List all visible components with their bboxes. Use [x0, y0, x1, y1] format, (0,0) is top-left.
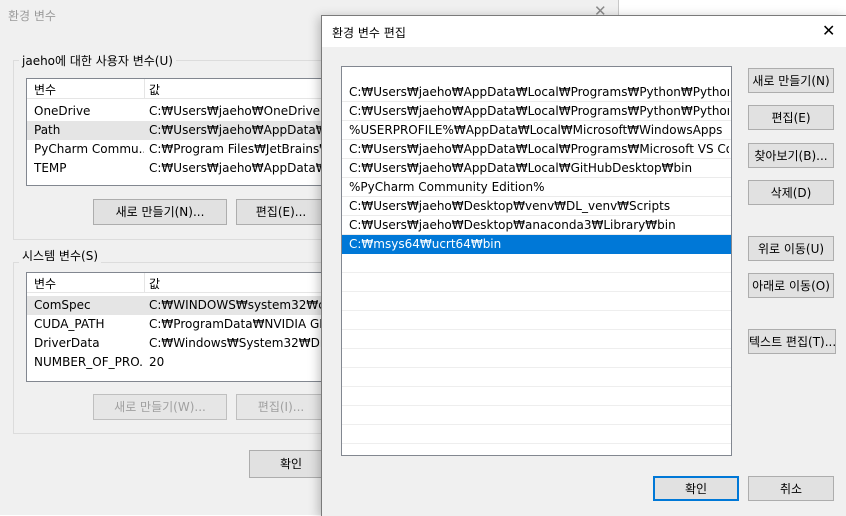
edit-button[interactable]: 편집(E) [748, 105, 834, 130]
column-header-value[interactable]: 값 [149, 81, 160, 98]
close-icon[interactable]: ✕ [822, 21, 835, 40]
path-entry-text: %USERPROFILE%₩AppData₩Local₩Microsoft₩Wi… [349, 123, 723, 137]
path-list-empty-row[interactable] [342, 254, 731, 273]
path-list-empty-row[interactable] [342, 444, 731, 455]
path-list-item[interactable]: %USERPROFILE%₩AppData₩Local₩Microsoft₩Wi… [342, 121, 731, 140]
browse-button[interactable]: 찾아보기(B)... [748, 143, 834, 168]
system-variables-legend: 시스템 변수(S) [19, 247, 101, 264]
variable-name: ComSpec [34, 298, 91, 312]
path-list-empty-row[interactable] [342, 311, 731, 330]
path-list-item[interactable]: C:₩Users₩jaeho₩Desktop₩anaconda3₩Library… [342, 216, 731, 235]
user-edit-button[interactable]: 편집(E)... [236, 199, 326, 225]
variable-name: Path [34, 123, 61, 137]
system-new-button[interactable]: 새로 만들기(W)... [93, 394, 227, 420]
path-list-item[interactable]: C:₩Users₩jaeho₩AppData₩Local₩Programs₩Mi… [342, 140, 731, 159]
path-list-empty-row[interactable] [342, 273, 731, 292]
path-list-empty-row[interactable] [342, 406, 731, 425]
column-header-value[interactable]: 값 [149, 275, 160, 292]
variable-name: CUDA_PATH [34, 317, 105, 331]
variable-name: NUMBER_OF_PRO... [34, 355, 144, 369]
column-header-variable[interactable]: 변수 [34, 81, 56, 98]
path-entry-text: %PyCharm Community Edition% [349, 180, 545, 194]
variable-name: DriverData [34, 336, 100, 350]
column-separator[interactable] [144, 273, 145, 292]
dialog-titlebar[interactable]: 환경 변수 편집 ✕ [322, 16, 846, 47]
path-list-item[interactable]: C:₩msys64₩ucrt64₩bin [342, 235, 731, 254]
column-separator[interactable] [144, 79, 145, 98]
path-entry-text: C:₩Users₩jaeho₩AppData₩Local₩GitHubDeskt… [349, 161, 693, 175]
column-header-variable[interactable]: 변수 [34, 275, 56, 292]
variable-name: PyCharm Commu... [34, 142, 144, 156]
edit-environment-variable-dialog: 환경 변수 편집 ✕ C:₩Users₩jaeho₩AppData₩Local₩… [321, 15, 846, 516]
variable-name: OneDrive [34, 104, 91, 118]
path-entry-text: C:₩Users₩jaeho₩AppData₩Local₩Programs₩Mi… [349, 142, 729, 156]
move-down-button[interactable]: 아래로 이동(O) [748, 273, 834, 298]
path-list-empty-row[interactable] [342, 368, 731, 387]
path-list-empty-row[interactable] [342, 425, 731, 444]
path-entry-text: C:₩Users₩jaeho₩Desktop₩anaconda3₩Library… [349, 218, 676, 232]
path-entry-text: C:₩msys64₩ucrt64₩bin [349, 237, 502, 251]
delete-button[interactable]: 삭제(D) [748, 180, 834, 205]
user-variables-legend: jaeho에 대한 사용자 변수(U) [19, 52, 176, 69]
move-up-button[interactable]: 위로 이동(U) [748, 236, 834, 261]
path-list-empty-row[interactable] [342, 349, 731, 368]
dialog-ok-button[interactable]: 확인 [653, 476, 739, 501]
path-list-empty-row[interactable] [342, 330, 731, 349]
path-list-item[interactable]: %PyCharm Community Edition% [342, 178, 731, 197]
user-new-button[interactable]: 새로 만들기(N)... [93, 199, 227, 225]
path-list-item[interactable]: C:₩Users₩jaeho₩AppData₩Local₩Programs₩Py… [342, 83, 731, 102]
new-button[interactable]: 새로 만들기(N) [748, 68, 834, 93]
path-entry-text: C:₩Users₩jaeho₩AppData₩Local₩Programs₩Py… [349, 85, 729, 99]
path-entry-text: C:₩Users₩jaeho₩AppData₩Local₩Programs₩Py… [349, 104, 729, 118]
dialog-cancel-button[interactable]: 취소 [748, 476, 834, 501]
path-list-item[interactable]: C:₩Users₩jaeho₩Desktop₩venv₩DL_venv₩Scri… [342, 197, 731, 216]
window-title: 환경 변수 [8, 9, 56, 23]
edit-text-button[interactable]: 텍스트 편집(T)... [748, 329, 836, 354]
path-list-item[interactable]: C:₩Users₩jaeho₩AppData₩Local₩GitHubDeskt… [342, 159, 731, 178]
path-list-empty-row[interactable] [342, 387, 731, 406]
system-edit-button[interactable]: 편집(I)... [236, 394, 326, 420]
path-list-empty-row[interactable] [342, 292, 731, 311]
variable-name: TEMP [34, 161, 67, 175]
path-list[interactable]: C:₩Users₩jaeho₩AppData₩Local₩Programs₩Py… [341, 66, 732, 456]
path-entry-text: C:₩Users₩jaeho₩Desktop₩venv₩DL_venv₩Scri… [349, 199, 671, 213]
path-list-item[interactable]: C:₩Users₩jaeho₩AppData₩Local₩Programs₩Py… [342, 102, 731, 121]
dialog-title: 환경 변수 편집 [332, 26, 406, 40]
